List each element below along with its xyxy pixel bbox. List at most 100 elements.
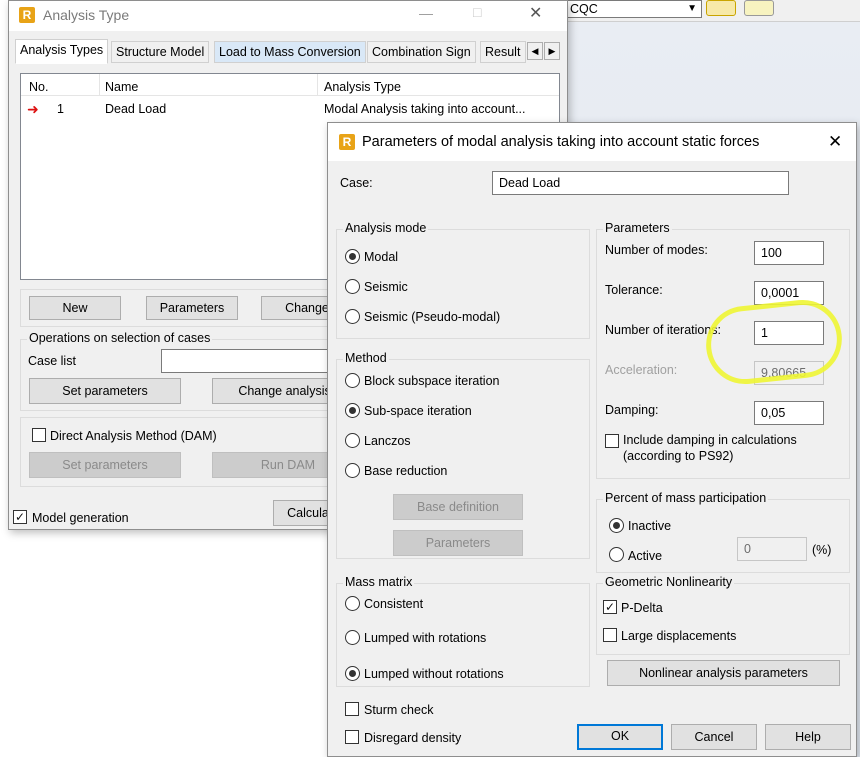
table-header: No. Name Analysis Type [21, 74, 559, 96]
method-block-subspace-label: Block subspace iteration [364, 374, 500, 388]
case-list-label: Case list [28, 354, 76, 368]
mass-participation-title: Percent of mass participation [603, 491, 769, 505]
method-lanczos-label: Lanczos [364, 434, 411, 448]
tab-scroll-right-icon[interactable]: ▶ [544, 42, 560, 60]
tab-label: Combination Sign [372, 45, 471, 59]
damping-label: Damping: [605, 403, 659, 417]
set-parameters-button[interactable]: Set parameters [29, 378, 181, 404]
combination-method-select[interactable]: CQC ▼ [566, 0, 702, 18]
tolerance-label: Tolerance: [605, 283, 663, 297]
mass-inactive-label: Inactive [628, 519, 672, 533]
mode-seismic-label: Seismic [364, 280, 408, 294]
dialog-titlebar: R Parameters of modal analysis taking in… [328, 123, 856, 161]
row-analysis-type: Modal Analysis taking into account... [324, 102, 526, 116]
mode-modal-label: Modal [364, 250, 399, 264]
dam-checkbox[interactable] [32, 428, 46, 442]
tab-label: Result [485, 45, 521, 59]
method-title: Method [343, 351, 389, 365]
column-header-no: No. [29, 80, 49, 94]
model-generation-label: Model generation [32, 511, 129, 525]
column-header-analysis-type: Analysis Type [324, 80, 401, 94]
cancel-button[interactable]: Cancel [671, 724, 757, 750]
modes-input[interactable]: 100 [754, 241, 824, 265]
mass-percent-unit: (%) [812, 543, 832, 557]
tab-load-to-mass[interactable]: Load to Mass Conversion [214, 41, 366, 63]
case-label: Case: [340, 176, 373, 190]
tab-label: Analysis Types [20, 43, 104, 57]
operations-title: Operations on selection of cases [27, 331, 213, 345]
method-subspace-radio[interactable] [345, 403, 360, 418]
model-generation-checkbox[interactable]: ✓ [13, 510, 27, 524]
toolbar-scale-icon[interactable] [744, 0, 774, 16]
tab-combination-sign[interactable]: Combination Sign [367, 41, 476, 63]
disregard-density-label: Disregard density [364, 731, 462, 745]
include-damping-label: Include damping in calculations [623, 433, 797, 447]
close-icon[interactable]: ✕ [529, 3, 542, 23]
tab-scroll-left-icon[interactable]: ◀ [527, 42, 543, 60]
method-group: Method [336, 351, 590, 559]
maximize-icon: □ [473, 4, 482, 20]
disregard-density-checkbox[interactable] [345, 730, 359, 744]
sturm-check-checkbox[interactable] [345, 702, 359, 716]
chevron-down-icon: ▼ [687, 3, 697, 14]
acceleration-label: Acceleration: [605, 363, 678, 377]
modes-label: Number of modes: [605, 243, 708, 257]
analysis-window-titlebar: R Analysis Type — □ ✕ [9, 1, 567, 31]
table-row[interactable]: ➜ 1 Dead Load Modal Analysis taking into… [21, 98, 559, 120]
mode-pseudo-modal-radio[interactable] [345, 309, 360, 324]
minimize-icon[interactable]: — [419, 5, 433, 21]
pdelta-checkbox[interactable]: ✓ [603, 600, 617, 614]
ok-button[interactable]: OK [577, 724, 663, 750]
base-definition-button[interactable]: Base definition [393, 494, 523, 520]
dam-set-parameters-button[interactable]: Set parameters [29, 452, 181, 478]
large-displacements-checkbox[interactable] [603, 628, 617, 642]
sturm-check-label: Sturm check [364, 703, 434, 717]
column-divider [99, 74, 100, 96]
method-parameters-button[interactable]: Parameters [393, 530, 523, 556]
mass-inactive-radio[interactable] [609, 518, 624, 533]
parameters-button[interactable]: Parameters [146, 296, 238, 320]
robot-logo-icon: R [339, 134, 355, 150]
mass-active-label: Active [628, 549, 663, 563]
mode-pseudo-modal-label: Seismic (Pseudo-modal) [364, 310, 501, 324]
modal-parameters-dialog: R Parameters of modal analysis taking in… [327, 122, 857, 757]
new-button[interactable]: New [29, 296, 121, 320]
dialog-title: Parameters of modal analysis taking into… [362, 134, 760, 150]
close-icon[interactable]: ✕ [828, 132, 842, 152]
column-divider [317, 74, 318, 96]
tab-result[interactable]: Result [480, 41, 526, 63]
mass-consistent-radio[interactable] [345, 596, 360, 611]
analysis-mode-title: Analysis mode [343, 221, 429, 235]
nonlinear-analysis-parameters-button[interactable]: Nonlinear analysis parameters [607, 660, 840, 686]
mass-lumped-rotations-label: Lumped with rotations [364, 631, 487, 645]
include-damping-checkbox[interactable] [605, 434, 619, 448]
mass-active-radio[interactable] [609, 547, 624, 562]
method-subspace-label: Sub-space iteration [364, 404, 472, 418]
row-no: 1 [57, 102, 64, 116]
method-block-subspace-radio[interactable] [345, 373, 360, 388]
method-lanczos-radio[interactable] [345, 433, 360, 448]
mode-seismic-radio[interactable] [345, 279, 360, 294]
mass-lumped-rotations-radio[interactable] [345, 630, 360, 645]
help-button[interactable]: Help [765, 724, 851, 750]
toolbar-tool-icon[interactable] [706, 0, 736, 16]
case-input[interactable]: Dead Load [492, 171, 789, 195]
mass-lumped-no-rotations-radio[interactable] [345, 666, 360, 681]
robot-logo-icon: R [19, 7, 35, 23]
combination-method-value: CQC [570, 2, 598, 16]
damping-input[interactable]: 0,05 [754, 401, 824, 425]
row-name: Dead Load [105, 102, 167, 116]
method-base-reduction-radio[interactable] [345, 463, 360, 478]
tab-label: Structure Model [116, 45, 205, 59]
iterations-label: Number of iterations: [605, 323, 722, 337]
large-displacements-label: Large displacements [621, 629, 737, 643]
include-damping-note: (according to PS92) [623, 449, 734, 463]
mass-percent-input[interactable]: 0 [737, 537, 807, 561]
mode-modal-radio[interactable] [345, 249, 360, 264]
tab-structure-model[interactable]: Structure Model [111, 41, 210, 63]
column-header-name: Name [105, 80, 139, 94]
geometric-nonlinearity-title: Geometric Nonlinearity [603, 575, 735, 589]
tab-analysis-types[interactable]: Analysis Types [15, 39, 109, 64]
tab-label: Load to Mass Conversion [219, 45, 361, 59]
parameters-title: Parameters [603, 221, 672, 235]
